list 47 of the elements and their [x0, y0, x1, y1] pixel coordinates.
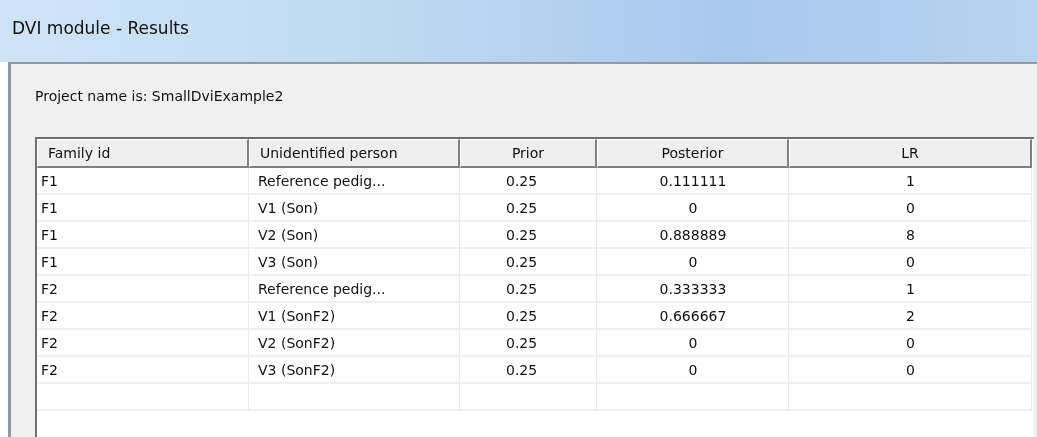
column-header[interactable]: Prior	[460, 139, 597, 168]
table-cell: 2	[789, 303, 1032, 330]
table-cell: 0.25	[460, 222, 597, 249]
table-cell: 0.111111	[597, 168, 789, 195]
table-cell: F2	[37, 330, 249, 357]
table-cell: 0.25	[460, 168, 597, 195]
table-cell: F1	[37, 195, 249, 222]
table-cell: V2 (Son)	[249, 222, 460, 249]
project-label: Project name is: SmallDviExample2	[35, 88, 285, 104]
table-cell: 0	[597, 330, 789, 357]
column-header[interactable]: Unidentified person	[249, 139, 460, 168]
table-cell: 0.25	[460, 357, 597, 384]
table-cell: 1	[789, 276, 1032, 303]
table-cell: F1	[37, 168, 249, 195]
window-title: DVI module - Results	[12, 18, 189, 38]
column-header[interactable]: LR	[789, 139, 1032, 168]
table-cell: 0	[789, 195, 1032, 222]
table-cell: 0.25	[460, 330, 597, 357]
table-cell: 0.25	[460, 249, 597, 276]
table-cell: 0.25	[460, 303, 597, 330]
table-cell: F2	[37, 357, 249, 384]
table-cell: V1 (Son)	[249, 195, 460, 222]
table-cell: 0.333333	[597, 276, 789, 303]
table-cell: 0	[597, 195, 789, 222]
table-cell: Reference pedig...	[249, 276, 460, 303]
table-cell: 0.888889	[597, 222, 789, 249]
table-cell: V3 (Son)	[249, 249, 460, 276]
table-cell: 0	[597, 249, 789, 276]
table-cell: F2	[37, 276, 249, 303]
table-cell: 0	[789, 357, 1032, 384]
table-cell: V3 (SonF2)	[249, 357, 460, 384]
table-cell: 0.666667	[597, 303, 789, 330]
column-header[interactable]: Posterior	[597, 139, 789, 168]
table-cell: F1	[37, 249, 249, 276]
table-cell: F1	[37, 222, 249, 249]
table-cell: 1	[789, 168, 1032, 195]
table-cell: 0.25	[460, 195, 597, 222]
table-cell: F2	[37, 303, 249, 330]
table-cell: Reference pedig...	[249, 168, 460, 195]
column-header[interactable]: Family id	[37, 139, 249, 168]
table-cell: 0	[597, 357, 789, 384]
table-cell: V2 (SonF2)	[249, 330, 460, 357]
table-cell: 0	[789, 330, 1032, 357]
table-cell: 0	[789, 249, 1032, 276]
table-cell: 8	[789, 222, 1032, 249]
table-cell: 0.25	[460, 276, 597, 303]
table-cell: V1 (SonF2)	[249, 303, 460, 330]
